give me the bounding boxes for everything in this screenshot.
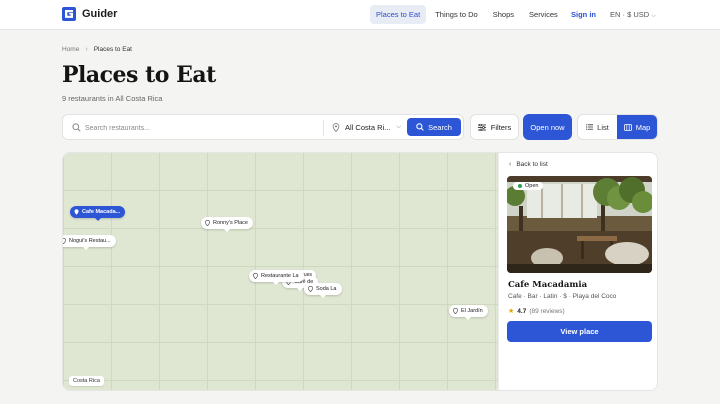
rating-score: 4.7 [517, 307, 527, 315]
place-meta: Cafe · Bar · Latin · $ · Playa del Coco [508, 293, 617, 300]
search-bar: All Costa Ri... ⌵ Search [62, 114, 464, 140]
pin-label: Nogui's Restau... [69, 238, 111, 244]
locale-selector[interactable]: EN · $ USD ⌵ [610, 5, 656, 24]
logo-icon [62, 7, 76, 21]
back-to-list-link[interactable]: ‹ Back to list [509, 161, 548, 168]
pin-label: El Jardín [461, 308, 483, 314]
cafe-photo-illustration [507, 176, 652, 273]
pin-icon [453, 308, 458, 314]
pin-icon [253, 273, 258, 279]
top-header: Guider Places to Eat Things to Do Shops … [0, 0, 720, 30]
back-label: Back to list [516, 161, 548, 168]
pin-icon [205, 220, 210, 226]
view-place-button[interactable]: View place [507, 321, 652, 342]
location-select[interactable]: All Costa Ri... ⌵ [332, 115, 401, 139]
list-icon [586, 124, 594, 130]
breadcrumb-separator: › [85, 46, 88, 53]
search-button[interactable]: Search [407, 118, 461, 136]
location-value: All Costa Ri... [345, 122, 391, 132]
status-dot [518, 184, 522, 188]
list-view-button[interactable]: List [578, 115, 617, 139]
view-toggle: List Map [577, 114, 658, 140]
open-status-badge: Open [513, 182, 544, 190]
brand-logo[interactable]: Guider [62, 7, 117, 21]
place-name: Cafe Macadamia [508, 280, 588, 290]
map-pin-ronnys-place[interactable]: Ronny's Place [201, 217, 253, 232]
search-icon [416, 123, 424, 131]
nav-services[interactable]: Services [523, 5, 564, 24]
place-rating: ★ 4.7 (89 reviews) [508, 307, 565, 316]
map-pin-restaurante-la[interactable]: Restaurante La [249, 270, 304, 285]
locale-label: EN · $ USD [610, 10, 650, 19]
main-nav: Places to Eat Things to Do Shops Service… [370, 5, 567, 24]
place-photo: Open [507, 176, 652, 273]
map-canvas[interactable]: Cafe Macada... Ronny's Place Nogui's Res… [63, 153, 498, 390]
filters-icon [477, 123, 486, 131]
chevron-left-icon: ‹ [509, 161, 512, 168]
breadcrumb-current: Places to Eat [93, 46, 132, 53]
filters-button[interactable]: Filters [470, 114, 519, 140]
nav-shops[interactable]: Shops [487, 5, 520, 24]
nav-things-to-do[interactable]: Things to Do [429, 5, 484, 24]
review-count: (89 reviews) [529, 307, 565, 315]
map-card: Cafe Macada... Ronny's Place Nogui's Res… [62, 152, 658, 391]
map-region-label: Costa Rica [69, 376, 104, 386]
location-pin-icon [332, 122, 340, 132]
page-title: Places to Eat [62, 62, 216, 88]
map-pin-cafe-macadamia[interactable]: Cafe Macada... [70, 206, 126, 221]
nav-places-to-eat[interactable]: Places to Eat [370, 5, 427, 24]
search-input[interactable] [85, 120, 315, 136]
star-icon: ★ [508, 308, 515, 315]
breadcrumb-home[interactable]: Home [62, 46, 79, 53]
divider [323, 120, 324, 136]
chevron-down-icon: ⌵ [651, 13, 656, 19]
map-pin-soda-la[interactable]: Soda La [304, 283, 342, 298]
pin-label: Restaurante La [261, 273, 299, 279]
map-view-button[interactable]: Map [617, 115, 657, 139]
search-button-label: Search [428, 122, 452, 132]
pin-icon [308, 286, 313, 292]
map-view-label: Map [635, 122, 651, 132]
results-count: 9 restaurants in All Costa Rica [62, 94, 163, 103]
breadcrumb: Home › Places to Eat [62, 46, 132, 53]
map-pin-el-jardin[interactable]: El Jardín [449, 305, 488, 320]
map-pin-noguis-restaurant[interactable]: Nogui's Restau... [63, 235, 116, 250]
brand-name: Guider [82, 8, 118, 20]
filters-label: Filters [490, 122, 512, 132]
chevron-down-icon: ⌵ [396, 123, 401, 130]
open-now-toggle[interactable]: Open now [523, 114, 572, 140]
search-icon [72, 123, 81, 132]
map-icon [623, 123, 632, 131]
sign-in-link[interactable]: Sign in [571, 5, 596, 24]
list-view-label: List [597, 122, 609, 132]
pin-icon [63, 238, 66, 244]
open-badge-label: Open [525, 183, 539, 189]
pin-icon [74, 209, 79, 215]
pin-label: Soda La [316, 286, 337, 292]
pin-label: Ronny's Place [213, 220, 248, 226]
pin-label: Cafe Macada... [82, 209, 121, 215]
place-detail-panel: ‹ Back to list Open Cafe Macadamia Cafe … [498, 153, 657, 390]
